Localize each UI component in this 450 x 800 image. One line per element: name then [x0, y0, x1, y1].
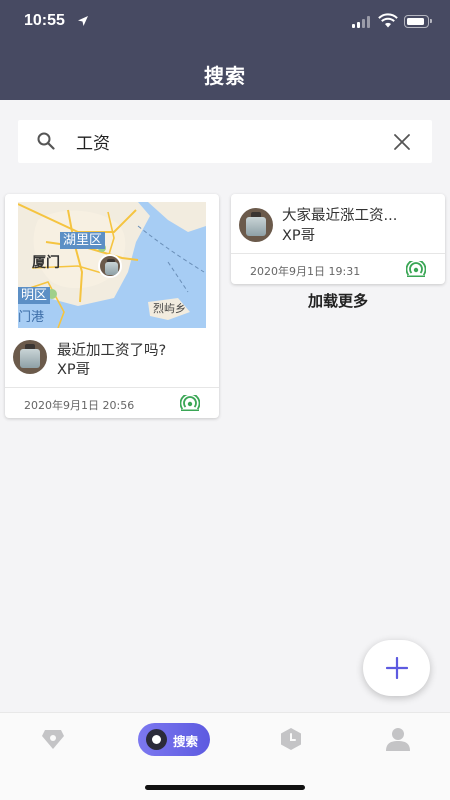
post-author: XP哥: [57, 362, 91, 378]
post-card[interactable]: 湖里区 厦门 明区 门港 烈屿乡 最近加工资了吗? XP哥 2020年9月1日 …: [5, 194, 219, 418]
broadcast-icon: [406, 261, 426, 277]
map-pin-avatar[interactable]: [98, 254, 122, 278]
search-icon: [37, 132, 55, 150]
person-icon: [386, 728, 410, 751]
plus-icon: [386, 657, 408, 679]
post-time: 2020年9月1日 19:31: [250, 265, 361, 278]
tab-profile[interactable]: [385, 726, 411, 758]
map-label-harbor: 门港: [18, 310, 45, 325]
wifi-icon: [378, 13, 398, 28]
home-indicator: [145, 785, 305, 790]
load-more-button[interactable]: 加载更多: [231, 290, 445, 311]
post-title: 最近加工资了吗?: [57, 343, 167, 359]
search-bubble-icon: [146, 729, 167, 750]
card-divider: [231, 253, 445, 254]
cellular-signal-icon: [352, 16, 370, 28]
page-title: 搜索: [204, 64, 246, 88]
tab-search-label: 搜索: [173, 734, 199, 749]
app-header: 10:55 搜索: [0, 0, 450, 100]
status-bar: 10:55: [0, 0, 450, 44]
search-input[interactable]: [76, 120, 376, 163]
map-label-islet: 烈屿乡: [153, 302, 186, 315]
post-time: 2020年9月1日 20:56: [24, 399, 135, 412]
map-label-city: 厦门: [32, 255, 60, 271]
search-box[interactable]: [18, 120, 432, 163]
avatar[interactable]: [13, 340, 47, 374]
status-time: 10:55: [24, 12, 65, 29]
map-label-district: 明区: [18, 287, 51, 304]
tab-history[interactable]: [279, 727, 303, 759]
post-title: 大家最近涨工资...: [282, 208, 398, 224]
broadcast-icon: [180, 395, 200, 411]
add-post-button[interactable]: [363, 640, 430, 696]
battery-icon: [404, 15, 432, 28]
map-thumbnail[interactable]: 湖里区 厦门 明区 门港 烈屿乡: [18, 202, 206, 328]
avatar[interactable]: [239, 208, 273, 242]
card-divider: [5, 387, 219, 388]
map-label-district: 湖里区: [60, 232, 106, 249]
clear-search-icon[interactable]: [393, 133, 411, 151]
tab-search[interactable]: 搜索: [138, 723, 210, 756]
tab-discover[interactable]: [41, 728, 65, 760]
clock-icon: [281, 728, 301, 750]
location-arrow-icon: [78, 16, 88, 26]
post-author: XP哥: [282, 228, 316, 244]
gem-icon: [42, 730, 64, 749]
post-card[interactable]: 大家最近涨工资... XP哥 2020年9月1日 19:31: [231, 194, 445, 284]
